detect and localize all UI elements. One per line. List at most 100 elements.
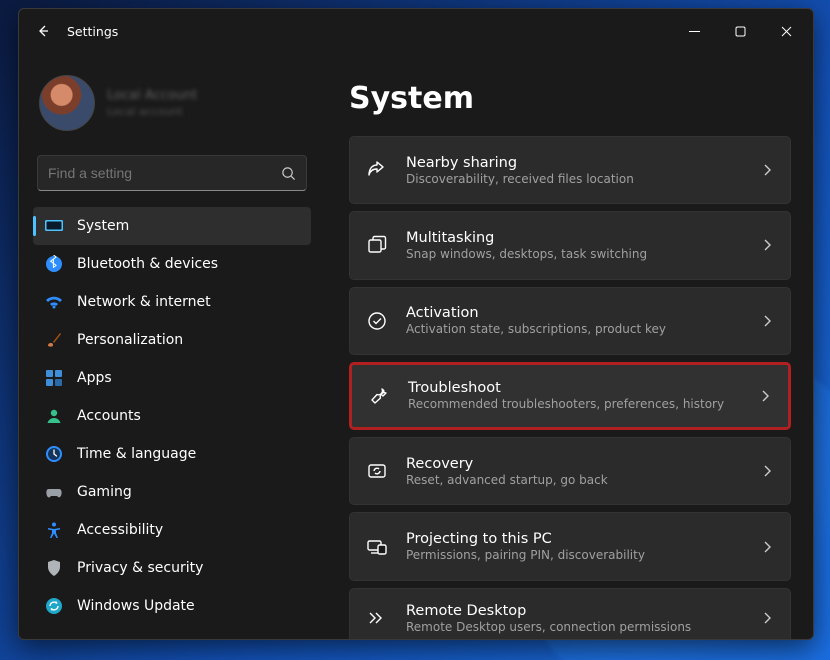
sidebar-item-bluetooth-devices[interactable]: Bluetooth & devices [33,245,311,283]
search-icon [281,166,296,181]
card-projecting-to-this-pc[interactable]: Projecting to this PCPermissions, pairin… [349,512,791,580]
card-subtitle: Snap windows, desktops, task switching [406,247,647,261]
check-circle-icon [366,310,388,332]
card-text: Nearby sharingDiscoverability, received … [406,155,634,186]
sidebar-item-label: Apps [77,370,112,386]
sidebar-item-label: System [77,218,129,234]
recovery-icon [366,460,388,482]
chevron-right-icon [760,163,774,177]
card-title: Troubleshoot [408,380,724,396]
sidebar-item-time-language[interactable]: Time & language [33,435,311,473]
nav-list: System Bluetooth & devices Network & inter… [33,207,311,625]
brush-icon [45,331,63,349]
card-title: Multitasking [406,230,647,246]
clock-icon [45,445,63,463]
profile-name: Local Account [107,88,197,103]
apps-icon [45,369,63,387]
wifi-icon [45,293,63,311]
sidebar-item-network-internet[interactable]: Network & internet [33,283,311,321]
gaming-icon [45,483,63,501]
chevron-right-icon [758,389,772,403]
sidebar-item-label: Windows Update [77,598,195,614]
card-subtitle: Discoverability, received files location [406,172,634,186]
sidebar: Local Account Local account System Blueto… [19,53,325,639]
chevron-right-icon [760,238,774,252]
profile-text: Local Account Local account [107,88,197,118]
settings-window: Settings Local Account Local account Sys… [18,8,814,640]
sidebar-item-system[interactable]: System [33,207,311,245]
remote-icon [366,607,388,629]
wrench-icon [368,385,390,407]
sidebar-item-label: Bluetooth & devices [77,256,218,272]
close-button[interactable] [763,14,809,48]
sidebar-item-gaming[interactable]: Gaming [33,473,311,511]
profile-email: Local account [107,105,197,118]
system-icon [45,217,63,235]
window-body: Local Account Local account System Blueto… [19,53,813,639]
card-text: TroubleshootRecommended troubleshooters,… [408,380,724,411]
person-icon [45,407,63,425]
close-icon [781,26,792,37]
minimize-button[interactable] [671,14,717,48]
sidebar-item-accessibility[interactable]: Accessibility [33,511,311,549]
share-icon [366,159,388,181]
card-title: Recovery [406,456,608,472]
card-title: Projecting to this PC [406,531,645,547]
sidebar-item-label: Gaming [77,484,132,500]
card-text: RecoveryReset, advanced startup, go back [406,456,608,487]
maximize-icon [735,26,746,37]
card-text: Projecting to this PCPermissions, pairin… [406,531,645,562]
card-text: Remote DesktopRemote Desktop users, conn… [406,603,691,634]
sidebar-item-accounts[interactable]: Accounts [33,397,311,435]
sidebar-item-label: Accounts [77,408,141,424]
bluetooth-icon [45,255,63,273]
card-text: MultitaskingSnap windows, desktops, task… [406,230,647,261]
card-subtitle: Remote Desktop users, connection permiss… [406,620,691,634]
chevron-right-icon [760,314,774,328]
card-remote-desktop[interactable]: Remote DesktopRemote Desktop users, conn… [349,588,791,639]
main-panel: System Nearby sharingDiscoverability, re… [325,53,813,639]
card-subtitle: Recommended troubleshooters, preferences… [408,397,724,411]
arrow-left-icon [35,23,51,39]
maximize-button[interactable] [717,14,763,48]
window-title: Settings [67,24,118,39]
profile-block[interactable]: Local Account Local account [33,53,311,149]
project-icon [366,536,388,558]
card-subtitle: Activation state, subscriptions, product… [406,322,666,336]
settings-card-list: Nearby sharingDiscoverability, received … [349,136,791,639]
sidebar-item-label: Accessibility [77,522,163,538]
card-recovery[interactable]: RecoveryReset, advanced startup, go back [349,437,791,505]
card-multitasking[interactable]: MultitaskingSnap windows, desktops, task… [349,211,791,279]
avatar [39,75,95,131]
card-title: Activation [406,305,666,321]
sidebar-item-label: Privacy & security [77,560,203,576]
back-button[interactable] [23,11,63,51]
window-controls [671,14,809,48]
titlebar: Settings [19,9,813,53]
sidebar-item-privacy-security[interactable]: Privacy & security [33,549,311,587]
multitask-icon [366,234,388,256]
accessibility-icon [45,521,63,539]
chevron-right-icon [760,540,774,554]
card-title: Remote Desktop [406,603,691,619]
chevron-right-icon [760,464,774,478]
sidebar-item-windows-update[interactable]: Windows Update [33,587,311,625]
page-title: System [349,81,791,116]
sidebar-item-label: Personalization [77,332,183,348]
search-box[interactable] [37,155,307,191]
card-activation[interactable]: ActivationActivation state, subscription… [349,287,791,355]
minimize-icon [689,26,700,37]
card-text: ActivationActivation state, subscription… [406,305,666,336]
update-icon [45,597,63,615]
card-subtitle: Reset, advanced startup, go back [406,473,608,487]
search-input[interactable] [48,165,281,181]
card-subtitle: Permissions, pairing PIN, discoverabilit… [406,548,645,562]
sidebar-item-personalization[interactable]: Personalization [33,321,311,359]
sidebar-item-apps[interactable]: Apps [33,359,311,397]
card-troubleshoot[interactable]: TroubleshootRecommended troubleshooters,… [349,362,791,430]
sidebar-item-label: Time & language [77,446,196,462]
chevron-right-icon [760,611,774,625]
card-title: Nearby sharing [406,155,634,171]
sidebar-item-label: Network & internet [77,294,211,310]
card-nearby-sharing[interactable]: Nearby sharingDiscoverability, received … [349,136,791,204]
